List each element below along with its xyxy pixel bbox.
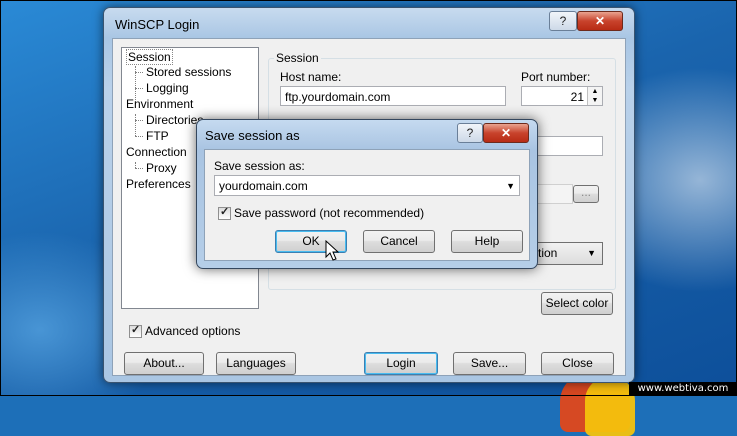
dialog-close-caption-button[interactable]: ✕ — [483, 123, 529, 143]
tree-item-connection[interactable]: Connection — [126, 145, 187, 159]
about-button[interactable]: About... — [124, 352, 204, 375]
save-session-as-label: Save session as: — [214, 159, 305, 173]
host-name-input[interactable]: ftp.yourdomain.com — [280, 86, 506, 106]
tree-item-directories[interactable]: Directories — [146, 113, 203, 127]
chevron-down-icon[interactable]: ▼ — [506, 176, 515, 196]
tree-connector — [135, 168, 143, 169]
dialog-title: Save session as — [205, 128, 300, 143]
select-color-button[interactable]: Select color — [541, 292, 613, 315]
tree-item-stored-sessions[interactable]: Stored sessions — [146, 65, 231, 79]
protocol-select-text: tion — [538, 246, 558, 260]
tree-item-environment[interactable]: Environment — [126, 97, 193, 111]
tree-item-ftp[interactable]: FTP — [146, 129, 169, 143]
save-session-dialog: Save session as ? ✕ Save session as: you… — [196, 119, 538, 269]
tree-item-logging[interactable]: Logging — [146, 81, 189, 95]
languages-button[interactable]: Languages — [216, 352, 296, 375]
save-session-as-combobox[interactable]: yourdomain.com ▼ — [214, 175, 520, 196]
tree-item-session[interactable]: Session — [126, 49, 173, 65]
tree-item-preferences[interactable]: Preferences — [126, 177, 191, 191]
watermark-text: www.webtiva.com — [629, 382, 737, 396]
tree-connector — [135, 88, 143, 89]
chevron-down-icon: ▼ — [587, 248, 596, 258]
browse-key-button[interactable]: ... — [573, 185, 599, 203]
advanced-options-checkbox[interactable] — [129, 323, 142, 338]
mouse-pointer-icon — [325, 240, 340, 261]
advanced-options-label: Advanced options — [145, 324, 241, 338]
tree-connector — [135, 120, 143, 121]
private-key-input[interactable] — [533, 184, 573, 204]
protocol-select[interactable]: tion ▼ — [533, 242, 603, 265]
save-password-label: Save password (not recommended) — [234, 206, 425, 220]
help-caption-button[interactable]: ? — [549, 11, 577, 31]
tree-connector — [135, 136, 143, 137]
tree-connector — [135, 72, 143, 73]
dialog-client-area: Save session as: yourdomain.com ▼ Save p… — [204, 149, 530, 261]
login-button[interactable]: Login — [364, 352, 438, 375]
password-input[interactable] — [533, 136, 603, 156]
cancel-button[interactable]: Cancel — [363, 230, 435, 253]
help-button[interactable]: Help — [451, 230, 523, 253]
save-password-checkbox[interactable] — [218, 205, 231, 220]
save-button[interactable]: Save... — [453, 352, 526, 375]
window-title: WinSCP Login — [115, 17, 200, 32]
save-session-as-value: yourdomain.com — [219, 179, 308, 193]
close-caption-button[interactable]: ✕ — [577, 11, 623, 31]
port-spinner[interactable]: ▲ ▼ — [587, 87, 602, 105]
session-group-label: Session — [274, 51, 321, 65]
tree-item-proxy[interactable]: Proxy — [146, 161, 177, 175]
tree-connector — [135, 114, 136, 136]
port-number-label: Port number: — [521, 70, 591, 84]
close-button[interactable]: Close — [541, 352, 614, 375]
dialog-help-caption-button[interactable]: ? — [457, 123, 483, 143]
host-name-label: Host name: — [280, 70, 342, 84]
windows-logo-yellow — [585, 376, 635, 436]
